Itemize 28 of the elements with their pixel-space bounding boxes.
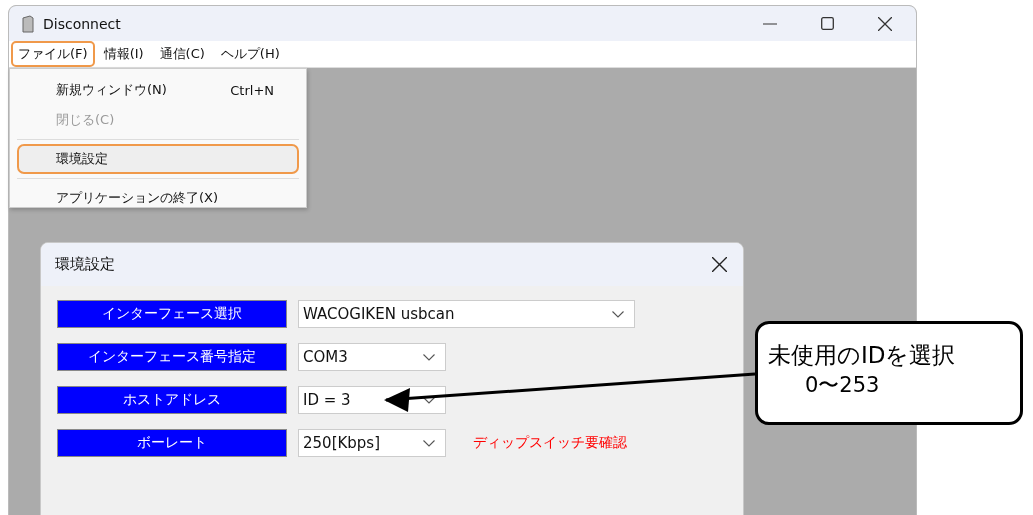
- setting-label: インターフェース選択: [57, 300, 287, 328]
- maximize-icon[interactable]: [821, 17, 834, 30]
- warning-note: ディップスイッチ要確認: [473, 434, 627, 452]
- dropdown-field[interactable]: ID = 3: [298, 386, 446, 414]
- menu-option[interactable]: 環境設定: [17, 144, 299, 174]
- dropdown-field[interactable]: 250[Kbps]: [298, 429, 446, 457]
- callout-range: 0〜253: [804, 372, 881, 399]
- menu-option[interactable]: 新規ウィンドウ(N) Ctrl+N: [17, 75, 299, 105]
- window-title: Disconnect: [43, 15, 121, 32]
- document-icon: [21, 14, 35, 33]
- chevron-down-icon[interactable]: [612, 310, 624, 318]
- callout-text: 未使用のIDを選択: [768, 341, 957, 370]
- menu-item[interactable]: 情報(I): [96, 41, 151, 67]
- chevron-down-icon[interactable]: [423, 396, 435, 404]
- minimize-icon[interactable]: [763, 22, 777, 25]
- chevron-down-icon[interactable]: [423, 439, 435, 447]
- dropdown-field[interactable]: WACOGIKEN usbcan: [298, 300, 635, 328]
- dialog-title: 環境設定: [55, 255, 115, 274]
- setting-label: インターフェース番号指定: [57, 343, 287, 371]
- menu-item[interactable]: ヘルプ(H): [213, 41, 287, 67]
- setting-label: ボーレート: [57, 429, 287, 457]
- menu-item[interactable]: 通信(C): [152, 41, 212, 67]
- close-icon[interactable]: [712, 257, 727, 272]
- chevron-down-icon[interactable]: [423, 353, 435, 361]
- setting-label: ホストアドレス: [57, 386, 287, 414]
- menu-option[interactable]: アプリケーションの終了(X): [17, 183, 299, 213]
- dropdown-field[interactable]: COM3: [298, 343, 446, 371]
- close-icon[interactable]: [878, 16, 892, 31]
